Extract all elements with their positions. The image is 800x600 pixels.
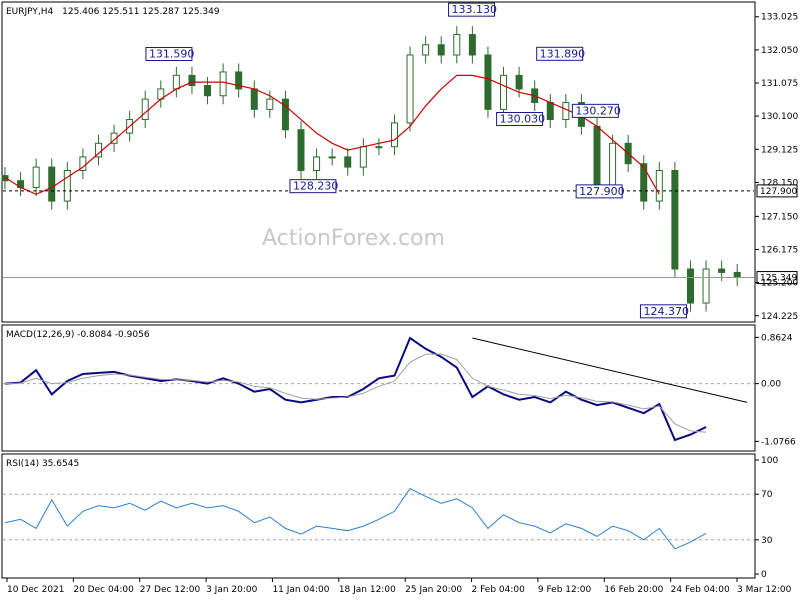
candle-body <box>172 74 180 90</box>
price-label-130.270: 130.270 <box>575 104 621 117</box>
macd-tick-label: 0.8624 <box>761 333 793 343</box>
candle-body <box>141 98 149 121</box>
candle-body <box>375 146 383 149</box>
date-tick-label: 18 Jan 12:00 <box>339 585 396 595</box>
rsi-tick-label: 100 <box>761 456 778 466</box>
price-label-133.130: 133.130 <box>452 3 498 16</box>
price-tick-label: 133.025 <box>761 13 798 23</box>
ma-line <box>4 74 660 195</box>
date-tick-label: 11 Jan 04:00 <box>272 585 329 595</box>
candle-body <box>468 34 476 56</box>
date-tick-label: 24 Feb 04:00 <box>671 585 730 595</box>
candle-body <box>359 146 367 168</box>
candle-body <box>219 71 227 97</box>
price-tick-label: 126.175 <box>761 245 798 255</box>
price-label-131.590: 131.590 <box>149 48 195 61</box>
price-tick-label: 132.050 <box>761 46 798 56</box>
candle-body <box>484 54 492 110</box>
date-tick-label: 2 Feb 04:00 <box>472 585 526 595</box>
rsi-y-axis: 100 70 30 0 <box>755 456 778 580</box>
date-tick-label: 27 Dec 12:00 <box>140 585 201 595</box>
candle-body <box>297 129 305 171</box>
price-annotations: 131.590 128.230 133.130 131.890 130.030 130.2… <box>145 2 689 319</box>
rsi-pane-frame <box>1 453 756 579</box>
date-axis: 10 Dec 2021 20 Dec 04:00 27 Dec 12:00 3 Jan… <box>6 578 792 595</box>
price-pane-frame <box>1 1 756 323</box>
date-tick-label: 20 Dec 04:00 <box>73 585 134 595</box>
price-tick-label: 129.125 <box>761 145 798 155</box>
macd-line <box>4 336 707 442</box>
ohlc-label: 125.406 125.511 125.287 125.349 <box>62 7 220 17</box>
candle-body <box>640 163 648 202</box>
price-label-130.030: 130.030 <box>500 113 546 126</box>
price-tick-label: 131.075 <box>761 79 798 89</box>
rsi-tick-label: 0 <box>761 570 767 580</box>
candle-body <box>453 34 461 56</box>
candle-body <box>500 74 508 110</box>
candle-body <box>515 74 523 90</box>
candle-body <box>344 156 352 168</box>
candle-body <box>546 102 554 121</box>
price-label-127.900: 127.900 <box>579 185 625 198</box>
candle-body <box>313 156 321 171</box>
rsi-line <box>4 487 707 550</box>
macd-plot <box>3 336 754 442</box>
rsi-pane-title: RSI(14) 35.6545 <box>6 459 79 469</box>
rsi-plot <box>3 487 754 550</box>
macd-tick-label: -1.0766 <box>761 437 796 447</box>
macd-tick-label: 0.00 <box>761 380 781 390</box>
candle-body <box>328 156 336 159</box>
price-tick-label: 127.150 <box>761 212 798 222</box>
candle-body <box>188 74 196 87</box>
price-label-124.370: 124.370 <box>643 305 689 318</box>
moving-average <box>4 74 660 195</box>
price-pane-title: EURJPY,H4 125.406 125.511 125.287 125.34… <box>6 7 220 17</box>
candle-body <box>562 102 570 121</box>
date-tick-label: 3 Mar 12:00 <box>737 585 792 595</box>
candle-body <box>390 122 398 148</box>
price-tick-label: 124.225 <box>761 312 798 322</box>
candle-body <box>702 268 710 304</box>
candle-body <box>655 169 663 202</box>
date-tick-label: 10 Dec 2021 <box>7 585 65 595</box>
candle-body <box>48 166 56 202</box>
candle-body <box>32 166 40 188</box>
price-label-131.890: 131.890 <box>540 47 586 60</box>
chart-canvas: ActionForex.com EURJPY,H4 125.406 125.51… <box>1 1 798 595</box>
candle-body <box>593 125 601 188</box>
price-tick-label: 128.150 <box>761 178 798 188</box>
candle-body <box>733 271 741 279</box>
price-candles <box>1 26 741 312</box>
candle-body <box>609 142 617 188</box>
watermark: ActionForex.com <box>262 226 445 251</box>
price-tick-label: 130.100 <box>761 112 798 122</box>
macd-pane-frame <box>1 324 756 452</box>
candle-body <box>204 85 212 97</box>
rsi-tick-label: 70 <box>761 490 773 500</box>
candle-body <box>437 44 445 56</box>
macd-pane-title: MACD(12,26,9) -0.8084 -0.9056 <box>6 330 150 340</box>
candle-body <box>718 268 726 273</box>
candle-body <box>250 88 258 110</box>
candle-body <box>422 44 430 56</box>
candle-body <box>686 268 694 304</box>
candle-body <box>266 98 274 110</box>
symbol-label: EURJPY,H4 <box>6 7 54 17</box>
date-tick-label: 9 Feb 12:00 <box>538 585 592 595</box>
candle-body <box>63 169 71 202</box>
date-tick-label: 25 Jan 20:00 <box>405 585 462 595</box>
candle-body <box>406 54 414 124</box>
price-label-128.230: 128.230 <box>293 180 339 193</box>
macd-y-axis: 0.8624 0.00 -1.0766 <box>755 333 796 447</box>
candle-body <box>671 169 679 270</box>
rsi-tick-label: 30 <box>761 536 773 546</box>
date-tick-label: 16 Feb 20:00 <box>604 585 663 595</box>
candle-body <box>281 98 289 131</box>
date-tick-label: 3 Jan 20:00 <box>206 585 258 595</box>
price-tick-label: 125.200 <box>761 279 798 289</box>
